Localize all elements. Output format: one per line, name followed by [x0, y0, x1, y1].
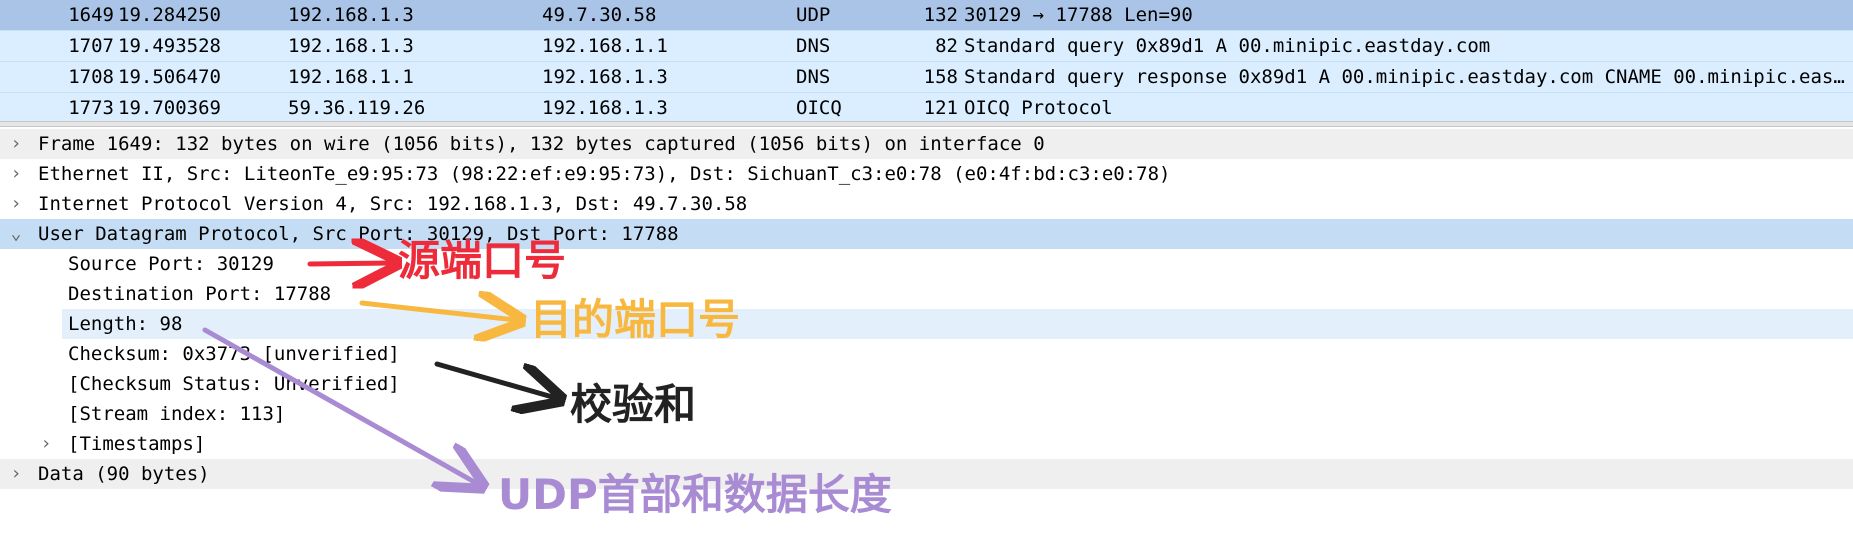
packet-destination: 49.7.30.58 — [542, 4, 657, 26]
packet-length: 82 — [935, 35, 958, 57]
packet-row[interactable]: 1708 19.506470 192.168.1.1 192.168.1.3 D… — [0, 62, 1853, 93]
expand-arrow-icon[interactable]: › — [6, 159, 26, 189]
packet-protocol: OICQ — [796, 97, 842, 119]
packet-details-tree[interactable]: › Frame 1649: 132 bytes on wire (1056 bi… — [0, 129, 1853, 489]
tree-item-label: Source Port: 30129 — [68, 253, 274, 275]
packet-info: Standard query 0x89d1 A 00.minipic.eastd… — [964, 35, 1491, 57]
packet-no: 1708 — [68, 66, 114, 88]
packet-time: 19.493528 — [118, 35, 221, 57]
collapse-arrow-icon[interactable]: ⌄ — [6, 219, 26, 249]
packet-time: 19.506470 — [118, 66, 221, 88]
packet-no: 1707 — [68, 35, 114, 57]
expand-arrow-icon[interactable]: › — [6, 189, 26, 219]
packet-protocol: UDP — [796, 4, 831, 26]
packet-destination: 192.168.1.3 — [542, 66, 668, 88]
packet-row[interactable]: 1649 19.284250 192.168.1.3 49.7.30.58 UD… — [0, 0, 1853, 31]
packet-destination: 192.168.1.3 — [542, 97, 668, 119]
packet-info: 30129 → 17788 Len=90 — [964, 4, 1193, 26]
tree-item-label: [Checksum Status: Unverified] — [68, 373, 400, 395]
packet-info: OICQ Protocol — [964, 97, 1113, 119]
tree-item-label: Length: 98 — [68, 313, 183, 335]
packet-destination: 192.168.1.1 — [542, 35, 668, 57]
tree-item-timestamps[interactable]: › [Timestamps] — [0, 429, 1853, 459]
packet-protocol: DNS — [796, 35, 831, 57]
packet-length: 158 — [923, 66, 958, 88]
tree-item-ipv4[interactable]: › Internet Protocol Version 4, Src: 192.… — [0, 189, 1853, 219]
tree-item-label: [Stream index: 113] — [68, 403, 286, 425]
packet-time: 19.284250 — [118, 4, 221, 26]
packet-list[interactable]: 1649 19.284250 192.168.1.3 49.7.30.58 UD… — [0, 0, 1853, 124]
tree-item-label: Data (90 bytes) — [38, 463, 210, 485]
packet-protocol: DNS — [796, 66, 831, 88]
packet-row[interactable]: 1773 19.700369 59.36.119.26 192.168.1.3 … — [0, 93, 1853, 124]
tree-item-destination-port[interactable]: Destination Port: 17788 — [0, 279, 1853, 309]
packet-length: 121 — [923, 97, 958, 119]
tree-item-label: Destination Port: 17788 — [68, 283, 332, 305]
packet-source: 192.168.1.3 — [288, 35, 414, 57]
tree-item-stream-index[interactable]: [Stream index: 113] — [0, 399, 1853, 429]
tree-item-checksum[interactable]: Checksum: 0x3773 [unverified] — [0, 339, 1853, 369]
packet-time: 19.700369 — [118, 97, 221, 119]
tree-item-label: User Datagram Protocol, Src Port: 30129,… — [38, 223, 679, 245]
packet-no: 1773 — [68, 97, 114, 119]
packet-no: 1649 — [68, 4, 114, 26]
expand-arrow-icon[interactable]: › — [6, 129, 26, 159]
tree-item-label: [Timestamps] — [68, 433, 206, 455]
packet-source: 59.36.119.26 — [288, 97, 426, 119]
tree-item-label: Ethernet II, Src: LiteonTe_e9:95:73 (98:… — [38, 163, 1171, 185]
packet-length: 132 — [923, 4, 958, 26]
tree-item-label: Frame 1649: 132 bytes on wire (1056 bits… — [38, 133, 1045, 155]
packet-info: Standard query response 0x89d1 A 00.mini… — [964, 66, 1846, 88]
row-highlight — [62, 309, 1853, 339]
tree-item-data[interactable]: › Data (90 bytes) — [0, 459, 1853, 489]
tree-item-checksum-status[interactable]: [Checksum Status: Unverified] — [0, 369, 1853, 399]
packet-source: 192.168.1.3 — [288, 4, 414, 26]
tree-item-ethernet[interactable]: › Ethernet II, Src: LiteonTe_e9:95:73 (9… — [0, 159, 1853, 189]
pane-splitter[interactable] — [0, 121, 1853, 127]
tree-item-length[interactable]: Length: 98 — [0, 309, 1853, 339]
tree-item-udp[interactable]: ⌄ User Datagram Protocol, Src Port: 3012… — [0, 219, 1853, 249]
expand-arrow-icon[interactable]: › — [6, 459, 26, 489]
expand-arrow-icon[interactable]: › — [36, 429, 56, 459]
tree-item-source-port[interactable]: Source Port: 30129 — [0, 249, 1853, 279]
tree-item-label: Checksum: 0x3773 [unverified] — [68, 343, 400, 365]
packet-row[interactable]: 1707 19.493528 192.168.1.3 192.168.1.1 D… — [0, 31, 1853, 62]
tree-item-frame[interactable]: › Frame 1649: 132 bytes on wire (1056 bi… — [0, 129, 1853, 159]
tree-item-label: Internet Protocol Version 4, Src: 192.16… — [38, 193, 748, 215]
packet-source: 192.168.1.1 — [288, 66, 414, 88]
